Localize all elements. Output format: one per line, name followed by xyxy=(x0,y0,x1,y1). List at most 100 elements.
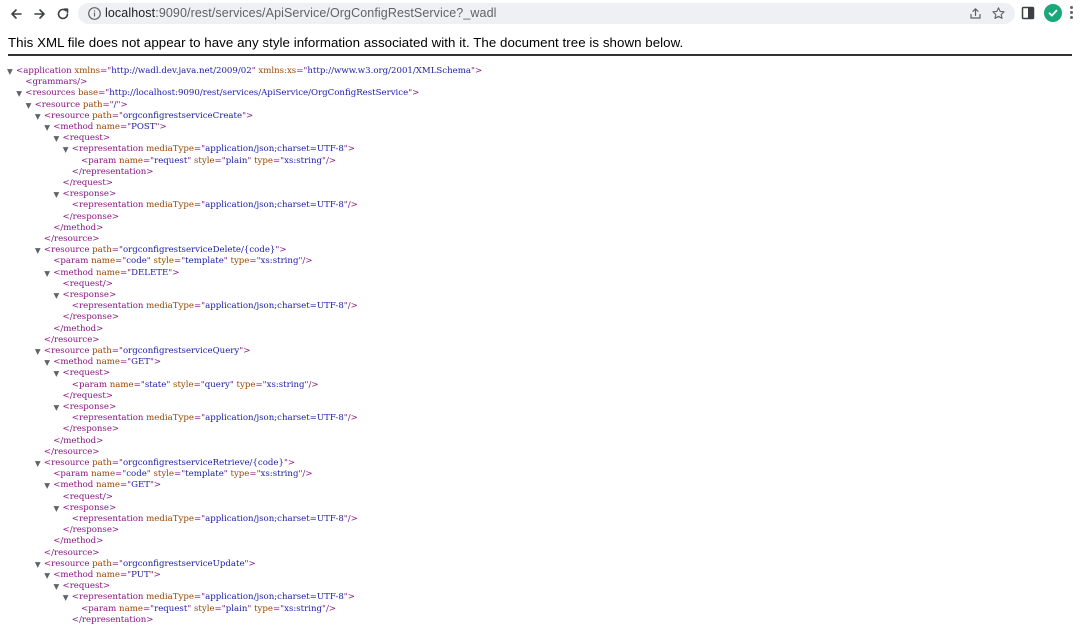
xml-attr-name: type xyxy=(230,469,250,480)
collapse-toggle-icon[interactable]: ▼ xyxy=(63,592,69,603)
browser-toolbar: localhost:9090/rest/services/ApiService/… xyxy=(0,0,1080,28)
xml-line: ▼ <representation mediaType="application/… xyxy=(63,592,355,603)
xml-attr-name: name xyxy=(119,603,143,614)
xml-attr-value: PUT xyxy=(131,570,150,580)
collapse-toggle-icon[interactable]: ▼ xyxy=(44,122,50,133)
xml-tag-text: <param xyxy=(81,155,120,166)
xml-line: <grammars/> xyxy=(25,77,87,88)
xml-line: </representation> xyxy=(72,167,154,178)
xml-tag-text: =" xyxy=(193,514,206,524)
xml-attr-name: name xyxy=(96,357,120,368)
xml-line: <param name="request" style="plain" type… xyxy=(81,604,336,615)
xml-attr-value: xs:string xyxy=(284,603,323,614)
xml-line: </method> xyxy=(53,324,103,335)
xml-attr-value: code xyxy=(126,469,147,480)
collapse-toggle-icon[interactable]: ▼ xyxy=(35,111,41,122)
xml-attr-name: path xyxy=(92,458,112,468)
xml-line: ▼ <method name="PUT"> xyxy=(44,570,161,581)
collapse-toggle-icon[interactable]: ▼ xyxy=(54,189,60,200)
xml-tag-text: <resource xyxy=(43,558,93,569)
xml-tag-text: "/> xyxy=(304,379,319,390)
xml-tag-text: <resource xyxy=(43,110,93,121)
back-icon[interactable] xyxy=(6,4,26,24)
xml-tag-text: =" xyxy=(115,256,127,267)
xml-tag-text: "> xyxy=(408,88,420,99)
reload-icon[interactable] xyxy=(53,4,73,24)
xml-tag-text: <method xyxy=(53,570,97,580)
menu-icon[interactable] xyxy=(1068,6,1074,22)
xml-tag-text: =" xyxy=(142,603,155,614)
xml-line: </method> xyxy=(53,536,103,547)
xml-tag-text: <request> xyxy=(62,133,111,144)
xml-line: ▼ <response> xyxy=(54,502,117,514)
xml-tag-text: <response> xyxy=(62,502,117,513)
xml-attr-name: mediaType xyxy=(146,144,194,155)
xml-attr-value: xs:string xyxy=(266,379,305,390)
xml-tag-text: <grammars/> xyxy=(25,77,88,88)
xml-tag-text: =" xyxy=(193,200,206,211)
collapse-toggle-icon[interactable]: ▼ xyxy=(54,402,60,413)
xml-attr-value: orgconfigrestserviceQuery xyxy=(122,346,240,356)
xml-tag-text: </response> xyxy=(62,312,120,323)
xml-attr-value: application/json;charset=UTF-8 xyxy=(205,200,344,211)
xml-attr-name: mediaType xyxy=(146,413,194,424)
xml-attr-name: path xyxy=(82,99,103,110)
xml-line: </response> xyxy=(63,424,120,435)
extension-icon[interactable] xyxy=(1044,4,1062,22)
collapse-toggle-icon[interactable]: ▼ xyxy=(16,88,22,99)
xml-line: <param name="code" style="template" type… xyxy=(53,256,312,267)
collapse-toggle-icon[interactable]: ▼ xyxy=(63,144,69,155)
xml-attr-value: code xyxy=(126,256,147,267)
collapse-toggle-icon[interactable]: ▼ xyxy=(44,570,50,581)
xml-tag-text: "> xyxy=(149,570,161,580)
xml-attr-value: POST xyxy=(131,122,156,132)
star-icon[interactable] xyxy=(991,6,1006,21)
collapse-toggle-icon[interactable]: ▼ xyxy=(54,368,60,379)
xml-tag-text: <method xyxy=(53,267,97,278)
xml-line: ▼ <request> xyxy=(54,581,111,592)
xml-attr-value: DELETE xyxy=(131,267,169,278)
xml-tag-text: =" xyxy=(102,99,114,110)
xml-tag-text: =" xyxy=(174,469,186,480)
collapse-toggle-icon[interactable]: ▼ xyxy=(35,245,41,256)
forward-icon[interactable] xyxy=(30,4,50,24)
collapse-toggle-icon[interactable]: ▼ xyxy=(35,346,41,357)
xml-tag-text: =" xyxy=(193,144,206,155)
xml-tag-text: </method> xyxy=(53,536,104,547)
xml-tag-text: " xyxy=(229,379,237,390)
xml-tag-text: =" xyxy=(119,570,132,580)
xml-tag-text: =" xyxy=(119,357,132,368)
collapse-toggle-icon[interactable]: ▼ xyxy=(44,357,50,368)
address-bar[interactable]: localhost:9090/rest/services/ApiService/… xyxy=(78,3,1015,24)
xml-tag-text: <representation xyxy=(71,514,147,524)
collapse-toggle-icon[interactable]: ▼ xyxy=(54,581,60,592)
xml-tag-text: "> xyxy=(343,592,355,603)
xml-line: <request/> xyxy=(63,492,113,503)
xml-tag-text: <request> xyxy=(62,368,111,379)
collapse-toggle-icon[interactable]: ▼ xyxy=(54,290,60,301)
collapse-toggle-icon[interactable]: ▼ xyxy=(44,268,50,279)
xml-line: </response> xyxy=(63,525,120,536)
xml-line: ▼ <response> xyxy=(54,189,117,200)
collapse-toggle-icon[interactable]: ▼ xyxy=(35,559,41,570)
collapse-toggle-icon[interactable]: ▼ xyxy=(26,100,32,111)
xml-tag-text: " xyxy=(187,603,194,614)
side-panel-icon[interactable] xyxy=(1021,6,1035,20)
xml-attr-name: mediaType xyxy=(146,200,194,211)
collapse-toggle-icon[interactable]: ▼ xyxy=(7,66,13,77)
xml-tag-text: "/> xyxy=(343,301,358,312)
info-icon[interactable] xyxy=(87,6,102,21)
xml-tag-text: =" xyxy=(255,379,267,390)
collapse-toggle-icon[interactable]: ▼ xyxy=(54,503,60,514)
xml-tag-text: <application xyxy=(16,66,75,76)
xml-tag-text: =" xyxy=(100,66,112,76)
collapse-toggle-icon[interactable]: ▼ xyxy=(44,480,50,491)
xml-tag-text: <response> xyxy=(62,290,117,300)
xml-line: ▼ <resource path="orgconfigrestserviceUpd… xyxy=(35,558,256,570)
collapse-toggle-icon[interactable]: ▼ xyxy=(54,133,60,144)
xml-tag-text: =" xyxy=(272,155,285,166)
xml-attr-name: type xyxy=(236,379,256,390)
xml-attr-name: xmlns:xs xyxy=(258,66,297,76)
share-icon[interactable] xyxy=(968,6,983,21)
collapse-toggle-icon[interactable]: ▼ xyxy=(35,458,41,469)
